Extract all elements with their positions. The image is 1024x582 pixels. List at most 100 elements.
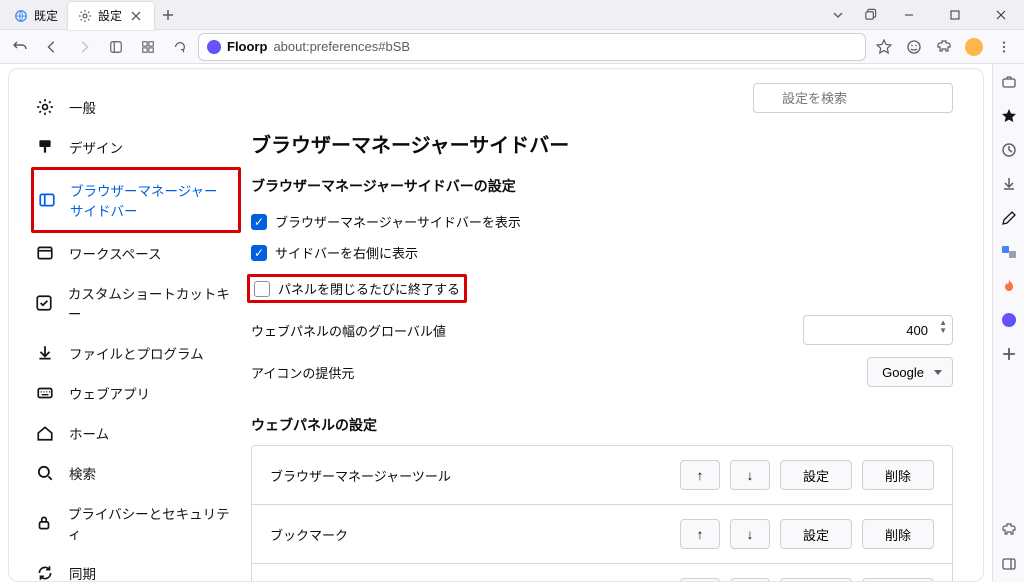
extensions-icon[interactable] (930, 33, 958, 61)
move-down-button[interactable]: ↓ (730, 519, 770, 549)
gear-icon (78, 9, 92, 23)
collapse-icon[interactable] (999, 554, 1019, 574)
setting-label: アイコンの提供元 (251, 363, 354, 382)
pencil-icon[interactable] (999, 208, 1019, 228)
panel-name: ブックマーク (270, 525, 680, 544)
keyboard-icon (35, 383, 55, 403)
sidebar-item-general[interactable]: 一般 (31, 87, 241, 127)
setting-label: ウェブパネルの幅のグローバル値 (251, 321, 446, 340)
sidebar-item-label: プライバシーとセキュリティ (68, 503, 233, 543)
back-button[interactable] (38, 33, 66, 61)
right-rail (992, 64, 1024, 582)
panel-delete-button[interactable]: 削除 (862, 460, 934, 490)
sidebar-item-design[interactable]: デザイン (31, 127, 241, 167)
sidebar-item-label: 一般 (69, 97, 96, 117)
new-tab-button[interactable] (154, 2, 182, 28)
sidebar-item-privacy[interactable]: プライバシーとセキュリティ (31, 493, 241, 553)
reload-button[interactable] (166, 33, 194, 61)
sidebar-item-search[interactable]: 検索 (31, 453, 241, 493)
sidebar-item-label: ワークスペース (69, 243, 161, 263)
checkbox-sidebar-right[interactable]: サイドバーを右側に表示 (251, 237, 953, 268)
provider-dropdown[interactable]: Google (867, 357, 953, 387)
sidebar-item-browser-manager-sidebar[interactable]: ブラウザーマネージャーサイドバー (31, 167, 241, 233)
sync-icon (35, 563, 55, 582)
profile-icon[interactable] (960, 33, 988, 61)
home-icon (35, 423, 55, 443)
panel-icon (38, 190, 56, 210)
panel-settings-button[interactable]: 設定 (780, 519, 852, 549)
sidebar-item-label: ウェブアプリ (69, 383, 150, 403)
sidebar-item-label: ホーム (69, 423, 109, 443)
menu-icon[interactable] (990, 33, 1018, 61)
checkbox-icon[interactable] (251, 214, 267, 230)
extensions-rail-icon[interactable] (999, 520, 1019, 540)
url-bar[interactable]: Floorp about:preferences#bSB (198, 33, 866, 61)
move-up-button[interactable]: ↑ (680, 578, 720, 581)
window-maximize[interactable] (934, 0, 976, 30)
sidebar-item-label: ブラウザーマネージャーサイドバー (70, 180, 230, 220)
sidebar-item-shortcuts[interactable]: カスタムショートカットキー (31, 273, 241, 333)
chevron-down-icon[interactable] (824, 2, 852, 28)
checkbox-close-on-panel-close[interactable]: パネルを閉じるたびに終了する (251, 268, 953, 309)
move-down-button[interactable]: ↓ (730, 460, 770, 490)
titlebar-right (824, 0, 1024, 30)
briefcase-icon[interactable] (999, 72, 1019, 92)
checkbox-icon[interactable] (251, 245, 267, 261)
spinner-icon[interactable]: ▲▼ (939, 319, 947, 335)
tab-pinned[interactable]: 既定 (4, 2, 68, 30)
prefs-sidebar: 一般 デザイン ブラウザーマネージャーサイドバー ワークスペース カスタムショー… (9, 69, 241, 581)
smile-icon[interactable] (900, 33, 928, 61)
paint-icon (35, 137, 55, 157)
floorp-icon (207, 40, 221, 54)
width-input[interactable] (803, 315, 953, 345)
sidebar-item-sync[interactable]: 同期 (31, 553, 241, 582)
panel-delete-button[interactable]: 削除 (862, 519, 934, 549)
sidebar-item-label: ファイルとプログラム (69, 343, 204, 363)
url-brand: Floorp (227, 39, 267, 54)
window-minimize[interactable] (888, 0, 930, 30)
checkbox-icon[interactable] (254, 281, 270, 297)
panel-row: ブラウザーマネージャーツール ↑ ↓ 設定 削除 (252, 446, 952, 505)
close-icon[interactable] (128, 8, 144, 24)
sidebar-item-webapps[interactable]: ウェブアプリ (31, 373, 241, 413)
sidebar-item-label: デザイン (69, 137, 123, 157)
move-up-button[interactable]: ↑ (680, 460, 720, 490)
forward-button[interactable] (70, 33, 98, 61)
tab-label: 設定 (98, 7, 122, 24)
panel-settings-button[interactable]: 設定 (780, 578, 852, 581)
download-icon[interactable] (999, 174, 1019, 194)
floorp-rail-icon[interactable] (999, 310, 1019, 330)
move-down-button[interactable]: ↓ (730, 578, 770, 581)
flame-icon[interactable] (999, 276, 1019, 296)
sidebar-item-files[interactable]: ファイルとプログラム (31, 333, 241, 373)
history-icon[interactable] (999, 140, 1019, 160)
tab-settings[interactable]: 設定 (68, 2, 154, 30)
section-title: ブラウザーマネージャーサイドバーの設定 (251, 176, 953, 196)
tab-label: 既定 (34, 7, 58, 24)
panel-settings-button[interactable]: 設定 (780, 460, 852, 490)
search-icon (35, 463, 55, 483)
checkbox-label: ブラウザーマネージャーサイドバーを表示 (275, 212, 521, 231)
panel-delete-button[interactable]: 削除 (862, 578, 934, 581)
window-close[interactable] (980, 0, 1022, 30)
sidebar-toggle-icon[interactable] (102, 33, 130, 61)
plus-icon[interactable] (999, 344, 1019, 364)
sidebar-item-workspace[interactable]: ワークスペース (31, 233, 241, 273)
move-up-button[interactable]: ↑ (680, 519, 720, 549)
star-filled-icon[interactable] (999, 106, 1019, 126)
sidebar-item-label: 検索 (69, 463, 96, 483)
undo-icon[interactable] (6, 33, 34, 61)
panel-row: ブックマーク ↑ ↓ 設定 削除 (252, 505, 952, 564)
toolbar: Floorp about:preferences#bSB (0, 30, 1024, 64)
grid-icon[interactable] (134, 33, 162, 61)
search-input[interactable] (753, 83, 953, 113)
settings-search[interactable] (753, 83, 953, 113)
translate-icon[interactable] (999, 242, 1019, 262)
checkbox-show-sidebar[interactable]: ブラウザーマネージャーサイドバーを表示 (251, 206, 953, 237)
sidebar-item-home[interactable]: ホーム (31, 413, 241, 453)
star-icon[interactable] (870, 33, 898, 61)
window-copy-icon[interactable] (856, 2, 884, 28)
workspace-icon (35, 243, 55, 263)
content-area: 一般 デザイン ブラウザーマネージャーサイドバー ワークスペース カスタムショー… (0, 64, 992, 582)
page-title: ブラウザーマネージャーサイドバー (251, 129, 953, 158)
